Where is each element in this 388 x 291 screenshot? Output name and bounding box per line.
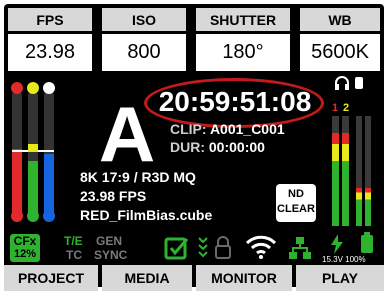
tc-label: TC [66,248,82,262]
gen-label: GEN [96,234,123,248]
red-dot-bottom [11,210,23,222]
nd-state: CLEAR [277,203,315,215]
lock-icon[interactable] [214,236,232,260]
speaker-icon[interactable] [354,76,364,90]
network-icon[interactable] [288,236,312,260]
checkbox-icon[interactable] [164,236,190,260]
green-dot-bottom [27,210,39,222]
lut-name: RED_FilmBias.cube [80,207,213,223]
project-fps: 23.98 FPS [80,188,147,204]
meter-red [12,92,22,218]
fps-value[interactable]: 23.98 [8,34,92,71]
tab-monitor[interactable]: MONITOR [196,265,292,291]
duration-label: DUR: [170,139,205,155]
tab-media[interactable]: MEDIA [102,265,192,291]
wifi-icon[interactable] [244,234,278,260]
clip-label: CLIP: [170,121,207,137]
blue-dot-bottom [43,210,55,222]
meter-yellow-marker [28,144,38,152]
nd-filter-button[interactable]: ND CLEAR [276,184,316,222]
white-dot [43,82,55,94]
iso-value[interactable]: 800 [102,34,186,71]
sync-label: SYNC [94,248,128,262]
iso-label[interactable]: ISO [102,8,186,31]
meter-green [28,92,38,218]
audio-meter-1-fill [332,132,339,226]
audio-meter-3-fill [356,187,362,226]
chevrons-icon [198,236,208,260]
duration-line: DUR: 00:00:00 [170,138,265,156]
audio-meter-2-fill [342,132,349,226]
audio-meter-4-fill [365,187,371,226]
meter-red-fill [12,148,22,218]
power-bolt-icon [330,234,344,254]
media-status-badge[interactable]: CFx 12% [10,234,40,262]
resolution-codec: 8K 17:9 / R3D MQ [80,169,196,185]
timecode[interactable]: 20:59:51:08 [146,84,324,120]
audio-meter-4 [365,116,371,226]
clip-line: CLIP: A001_C001 [170,120,285,138]
audio-ch2: 2 [343,102,350,114]
battery-voltage: 15.3V 100% [322,255,366,264]
audio-ch1: 1 [332,102,339,114]
yellow-dot [27,82,39,94]
shutter-label[interactable]: SHUTTER [196,8,290,31]
wb-label[interactable]: WB [300,8,380,31]
audio-meter-1 [332,116,339,226]
te-label: T/E [64,234,83,248]
media-type: CFx [13,234,37,248]
duration-value: 00:00:00 [208,139,265,155]
audio-meter-3 [356,116,362,226]
fps-label[interactable]: FPS [8,8,92,31]
camera-display: FPS ISO SHUTTER WB 23.98 800 180° 5600K … [4,4,384,287]
red-dot [11,82,23,94]
meter-blue-marker [44,154,54,162]
clip-name: A001_C001 [209,121,285,137]
headphones-icon[interactable] [334,76,350,90]
tab-project[interactable]: PROJECT [4,265,98,291]
tab-play[interactable]: PLAY [296,265,384,291]
nd-label: ND [288,188,304,200]
wb-value[interactable]: 5600K [300,34,380,71]
audio-meter-2 [342,116,349,226]
shutter-value[interactable]: 180° [196,34,290,71]
battery-icon[interactable] [360,232,374,254]
media-remaining: 12% [13,248,37,260]
